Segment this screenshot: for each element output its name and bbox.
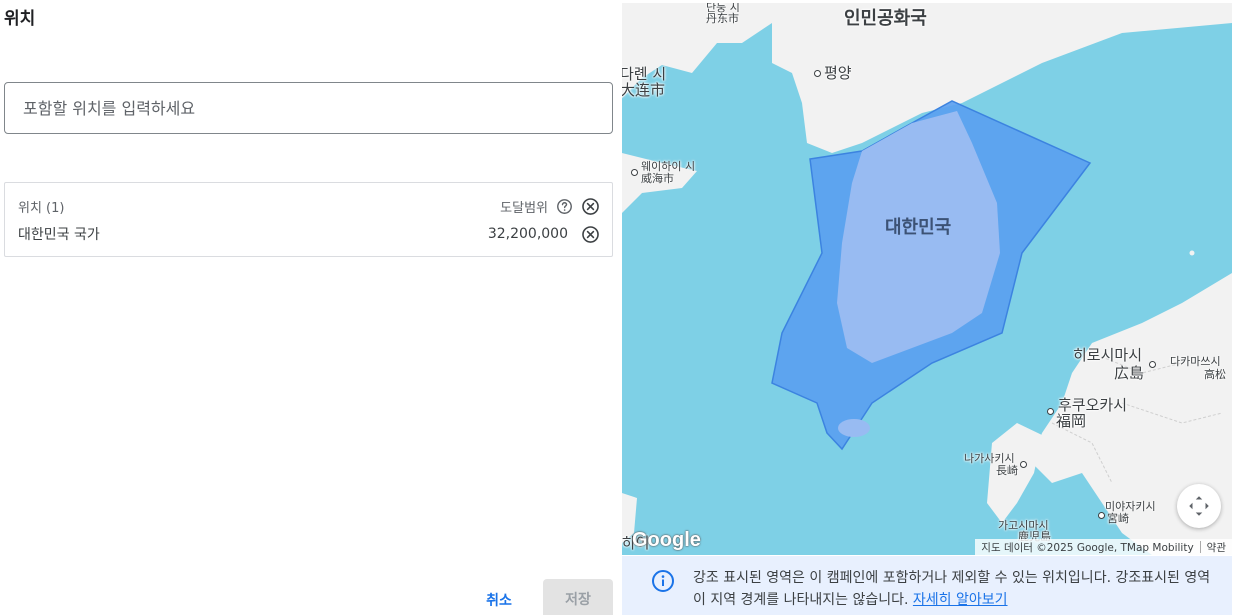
map-label-dandong: 丹东市 bbox=[706, 12, 739, 25]
map-label-prc: 인민공화국 bbox=[844, 8, 927, 29]
map-label-dalian-cn: 大连市 bbox=[622, 81, 666, 99]
location-table-header: 위치 (1) 도달범위 bbox=[5, 195, 612, 217]
map-label-hiroshima-jp: 広島 bbox=[1114, 364, 1145, 382]
info-icon bbox=[652, 570, 674, 592]
google-logo: Google bbox=[632, 529, 701, 551]
weihai-dot bbox=[631, 169, 638, 176]
map-camera-control-button[interactable] bbox=[1177, 484, 1221, 528]
map-label-dalian-kr: 다롄 시 bbox=[622, 65, 667, 83]
map-label-weihai-cn: 威海市 bbox=[641, 172, 674, 185]
remove-all-icon[interactable] bbox=[580, 196, 600, 216]
location-count-label: 위치 (1) bbox=[18, 200, 65, 216]
location-search-input[interactable] bbox=[5, 83, 612, 133]
info-text-block: 강조 표시된 영역은 이 캠페인에 포함하거나 제외할 수 있는 위치입니다. … bbox=[693, 567, 1213, 611]
learn-more-link[interactable]: 자세히 알아보기 bbox=[913, 592, 1008, 608]
save-button[interactable]: 저장 bbox=[543, 579, 613, 615]
location-reach: 32,200,000 bbox=[487, 226, 568, 242]
camera-control-icon bbox=[1189, 496, 1209, 516]
location-search-box[interactable] bbox=[4, 82, 613, 134]
map-view[interactable]: 단둥 시 丹东市 인민공화국 평양 다롄 시 大连市 웨이하이 시 威海市 대한… bbox=[622, 3, 1232, 555]
map-label-fukuoka-kr: 후쿠오카시 bbox=[1058, 396, 1128, 414]
map-attribution: 지도 데이터 ©2025 Google, TMap Mobility bbox=[981, 541, 1194, 554]
location-name: 대한민국 국가 bbox=[18, 227, 100, 243]
help-icon[interactable] bbox=[554, 196, 574, 216]
map-label-takamatsu-jp: 高松 bbox=[1204, 368, 1226, 381]
nagasaki-dot bbox=[1020, 461, 1027, 468]
map-label-korea: 대한민국 bbox=[885, 217, 952, 238]
map-label-pyongyang: 평양 bbox=[824, 64, 852, 82]
cancel-button[interactable]: 취소 bbox=[474, 582, 524, 615]
map-label-miyazaki-jp: 宮崎 bbox=[1107, 512, 1129, 525]
fukuoka-dot bbox=[1047, 408, 1054, 415]
location-table: 위치 (1) 도달범위 대한민국 국가 32,200,000 bbox=[4, 182, 613, 257]
location-panel: 위치 위치 (1) 도달범위 대한민국 국가 32,200,000 bbox=[0, 0, 620, 615]
reach-label: 도달범위 bbox=[500, 200, 548, 216]
map-attribution-bar: 지도 데이터 ©2025 Google, TMap Mobility 약관 bbox=[975, 539, 1232, 555]
map-terms-link[interactable]: 약관 bbox=[1201, 540, 1232, 555]
map-label-hiroshima-kr: 히로시마시 bbox=[1073, 346, 1143, 364]
section-title: 위치 bbox=[4, 9, 36, 29]
map-label-takamatsu-kr: 다카마쓰시 bbox=[1170, 355, 1221, 368]
remove-location-icon[interactable] bbox=[580, 224, 600, 244]
map-label-nagasaki-jp: 長崎 bbox=[996, 464, 1018, 477]
map-canvas bbox=[622, 3, 1232, 555]
location-row: 대한민국 국가 32,200,000 bbox=[5, 223, 612, 245]
pyongyang-dot bbox=[814, 70, 821, 77]
map-label-fukuoka-jp: 福岡 bbox=[1056, 412, 1087, 430]
info-banner: 강조 표시된 영역은 이 캠페인에 포함하거나 제외할 수 있는 위치입니다. … bbox=[622, 556, 1232, 615]
hiroshima-dot bbox=[1149, 361, 1156, 368]
miyazaki-dot bbox=[1098, 512, 1105, 519]
